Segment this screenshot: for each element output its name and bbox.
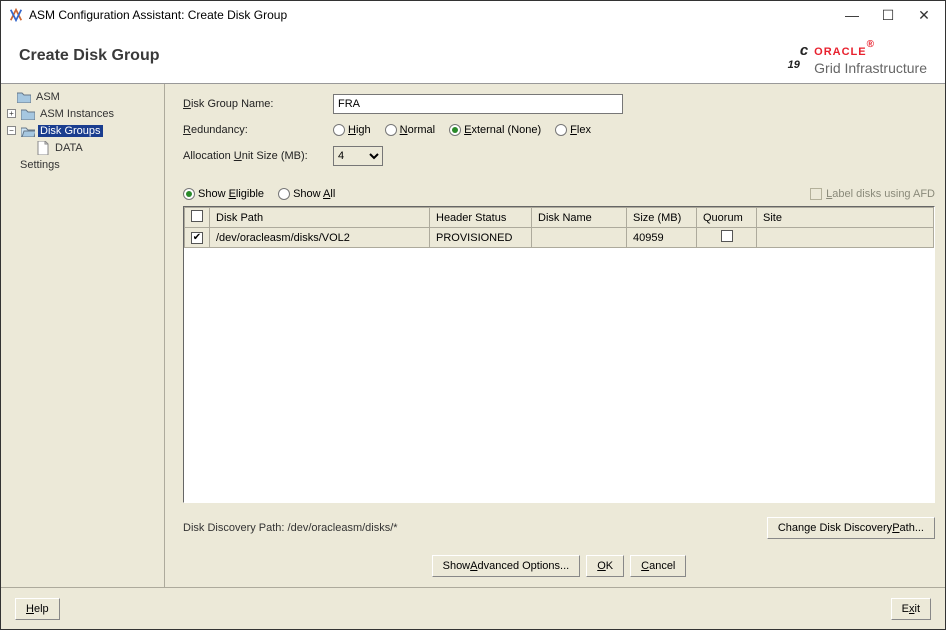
cell-disk-path: /dev/oracleasm/disks/VOL2 (210, 228, 430, 248)
col-disk-path[interactable]: Disk Path (210, 208, 430, 228)
minimize-button[interactable]: — (845, 7, 859, 24)
disk-group-name-label: Disk Group Name: (183, 98, 333, 110)
redundancy-normal[interactable]: Normal (385, 124, 435, 136)
folder-icon (21, 108, 35, 120)
help-button[interactable]: Help (15, 598, 60, 620)
folder-open-icon (21, 125, 35, 137)
brand-oracle: ORACLE® (814, 38, 875, 59)
app-icon (9, 8, 23, 22)
app-window: ASM Configuration Assistant: Create Disk… (0, 0, 946, 630)
afd-checkbox: Label disks using AFD (810, 188, 935, 200)
ok-button[interactable]: OK (586, 555, 624, 577)
tree-asm-instances[interactable]: + ASM Instances (1, 105, 164, 122)
col-disk-name[interactable]: Disk Name (532, 208, 627, 228)
redundancy-high[interactable]: High (333, 124, 371, 136)
folder-icon (17, 91, 31, 103)
expand-icon[interactable]: + (7, 109, 16, 118)
row-disk-group-name: Disk Group Name: (183, 94, 935, 114)
window-title: ASM Configuration Assistant: Create Disk… (29, 8, 845, 22)
brand-subtitle: Grid Infrastructure (814, 61, 927, 75)
redundancy-radio-group: High Normal External (None) Flex (333, 124, 591, 136)
redundancy-label: Redundancy: (183, 124, 333, 136)
row-redundancy: Redundancy: High Normal External (None) … (183, 124, 935, 136)
cancel-button[interactable]: Cancel (630, 555, 686, 577)
table-row[interactable]: ✔ /dev/oracleasm/disks/VOL2 PROVISIONED … (185, 228, 934, 248)
cell-header-status: PROVISIONED (430, 228, 532, 248)
change-discovery-path-button[interactable]: Change Disk Discovery Path... (767, 517, 935, 539)
row-discovery: Disk Discovery Path: /dev/oracleasm/disk… (183, 517, 935, 539)
brand-text: ORACLE® Grid Infrastructure (814, 38, 927, 75)
col-size[interactable]: Size (MB) (627, 208, 697, 228)
tree-asm[interactable]: ASM (1, 88, 164, 105)
col-site[interactable]: Site (757, 208, 934, 228)
redundancy-flex[interactable]: Flex (555, 124, 591, 136)
col-header-status[interactable]: Header Status (430, 208, 532, 228)
page-title: Create Disk Group (19, 47, 788, 65)
tree-settings[interactable]: Settings (1, 156, 164, 173)
tree-data[interactable]: DATA (1, 139, 164, 156)
sidebar-tree: ASM + ASM Instances − Disk Groups DATA S… (1, 84, 165, 587)
row-alloc-unit: Allocation Unit Size (MB): 4 (183, 146, 935, 166)
show-eligible-radio[interactable]: Show Eligible (183, 188, 264, 200)
cell-disk-name[interactable] (532, 228, 627, 248)
maximize-button[interactable]: ☐ (881, 7, 895, 24)
main-panel: Disk Group Name: Redundancy: High Normal… (165, 84, 945, 587)
page-header: Create Disk Group 19c ORACLE® Grid Infra… (1, 29, 945, 83)
show-advanced-button[interactable]: Show Advanced Options... (432, 555, 581, 577)
col-quorum[interactable]: Quorum (697, 208, 757, 228)
alloc-unit-select[interactable]: 4 (333, 146, 383, 166)
show-all-radio[interactable]: Show All (278, 188, 335, 200)
window-controls: — ☐ ✕ (845, 7, 931, 24)
col-select-all[interactable] (185, 208, 210, 228)
main-body: ASM + ASM Instances − Disk Groups DATA S… (1, 84, 945, 587)
row-select-checkbox[interactable]: ✔ (185, 228, 210, 248)
tree-disk-groups[interactable]: − Disk Groups (1, 122, 164, 139)
disk-grid: Disk Path Header Status Disk Name Size (… (183, 206, 935, 503)
brand-version: 19c (788, 35, 809, 77)
alloc-unit-label: Allocation Unit Size (MB): (183, 150, 333, 162)
row-actions: Show Advanced Options... OK Cancel (183, 555, 935, 577)
row-filter: Show Eligible Show All Label disks using… (183, 188, 935, 200)
file-icon (37, 141, 49, 155)
cell-site[interactable] (757, 228, 934, 248)
redundancy-external[interactable]: External (None) (449, 124, 541, 136)
disk-group-name-input[interactable] (333, 94, 623, 114)
cell-size: 40959 (627, 228, 697, 248)
exit-button[interactable]: Exit (891, 598, 931, 620)
collapse-icon[interactable]: − (7, 126, 16, 135)
discovery-path-label: Disk Discovery Path: /dev/oracleasm/disk… (183, 522, 757, 534)
grid-header-row: Disk Path Header Status Disk Name Size (… (185, 208, 934, 228)
brand-logo: 19c ORACLE® Grid Infrastructure (788, 35, 927, 77)
titlebar: ASM Configuration Assistant: Create Disk… (1, 1, 945, 29)
cell-quorum[interactable] (697, 228, 757, 248)
footer: Help Exit (1, 587, 945, 629)
close-button[interactable]: ✕ (917, 7, 931, 24)
